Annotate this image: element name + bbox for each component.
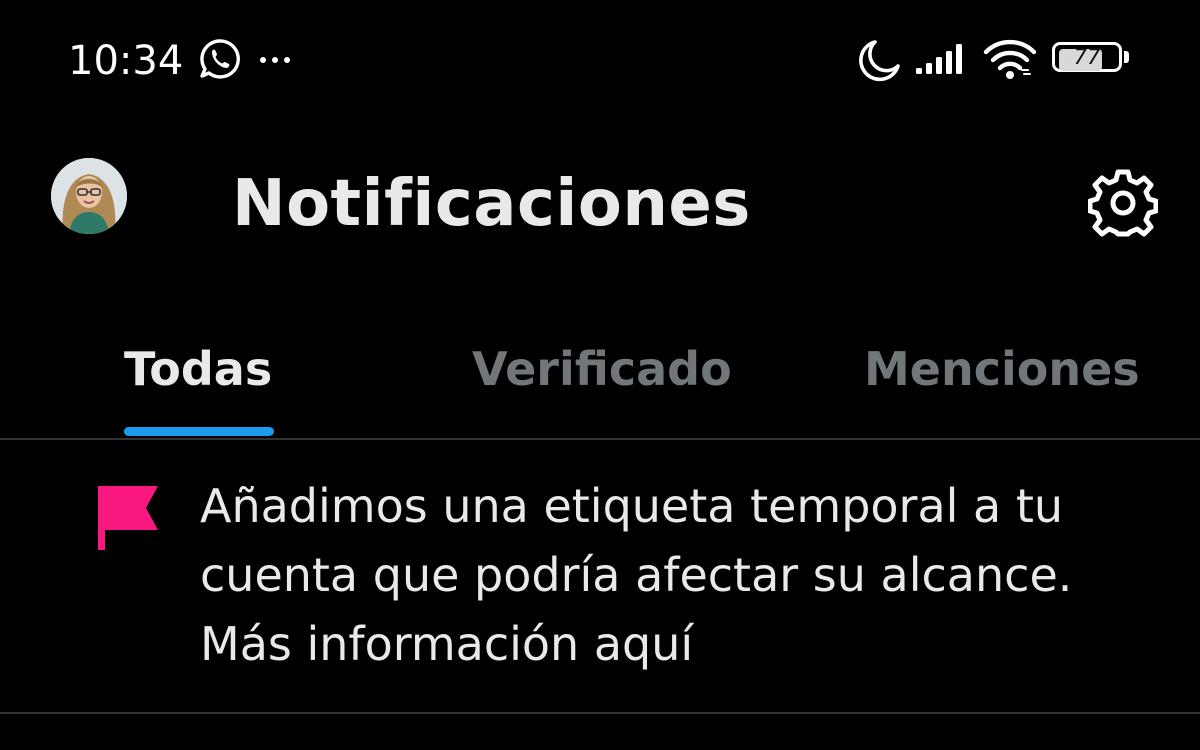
more-dots-icon [260,57,290,63]
gear-icon[interactable] [1088,168,1158,238]
battery-cap [1124,51,1129,63]
page-title: Notificaciones [232,167,751,241]
tab-verificado[interactable]: Verificado [472,342,732,396]
battery-level: 77 [1073,45,1101,69]
signal-icon [916,44,962,74]
avatar-image [51,158,127,234]
active-tab-indicator [124,427,274,436]
status-time: 10:34 [68,38,184,84]
moon-icon [859,40,900,82]
avatar[interactable] [51,158,127,234]
notification-text: Añadimos una etiqueta temporal a tu cuen… [200,479,1073,671]
wifi-icon [983,39,1037,79]
notification-item[interactable]: Añadimos una etiqueta temporal a tu cuen… [0,440,1200,712]
tab-menciones[interactable]: Menciones [864,342,1140,396]
status-bar: 10:34 77 [0,0,1200,120]
header: Notificaciones [0,120,1200,290]
divider [0,712,1200,714]
whatsapp-icon [200,39,240,79]
battery-icon: 77 [1052,42,1132,76]
tab-bar: Todas Verificado Menciones [0,320,1200,440]
flag-icon [98,486,158,550]
tab-todas[interactable]: Todas [124,342,272,396]
